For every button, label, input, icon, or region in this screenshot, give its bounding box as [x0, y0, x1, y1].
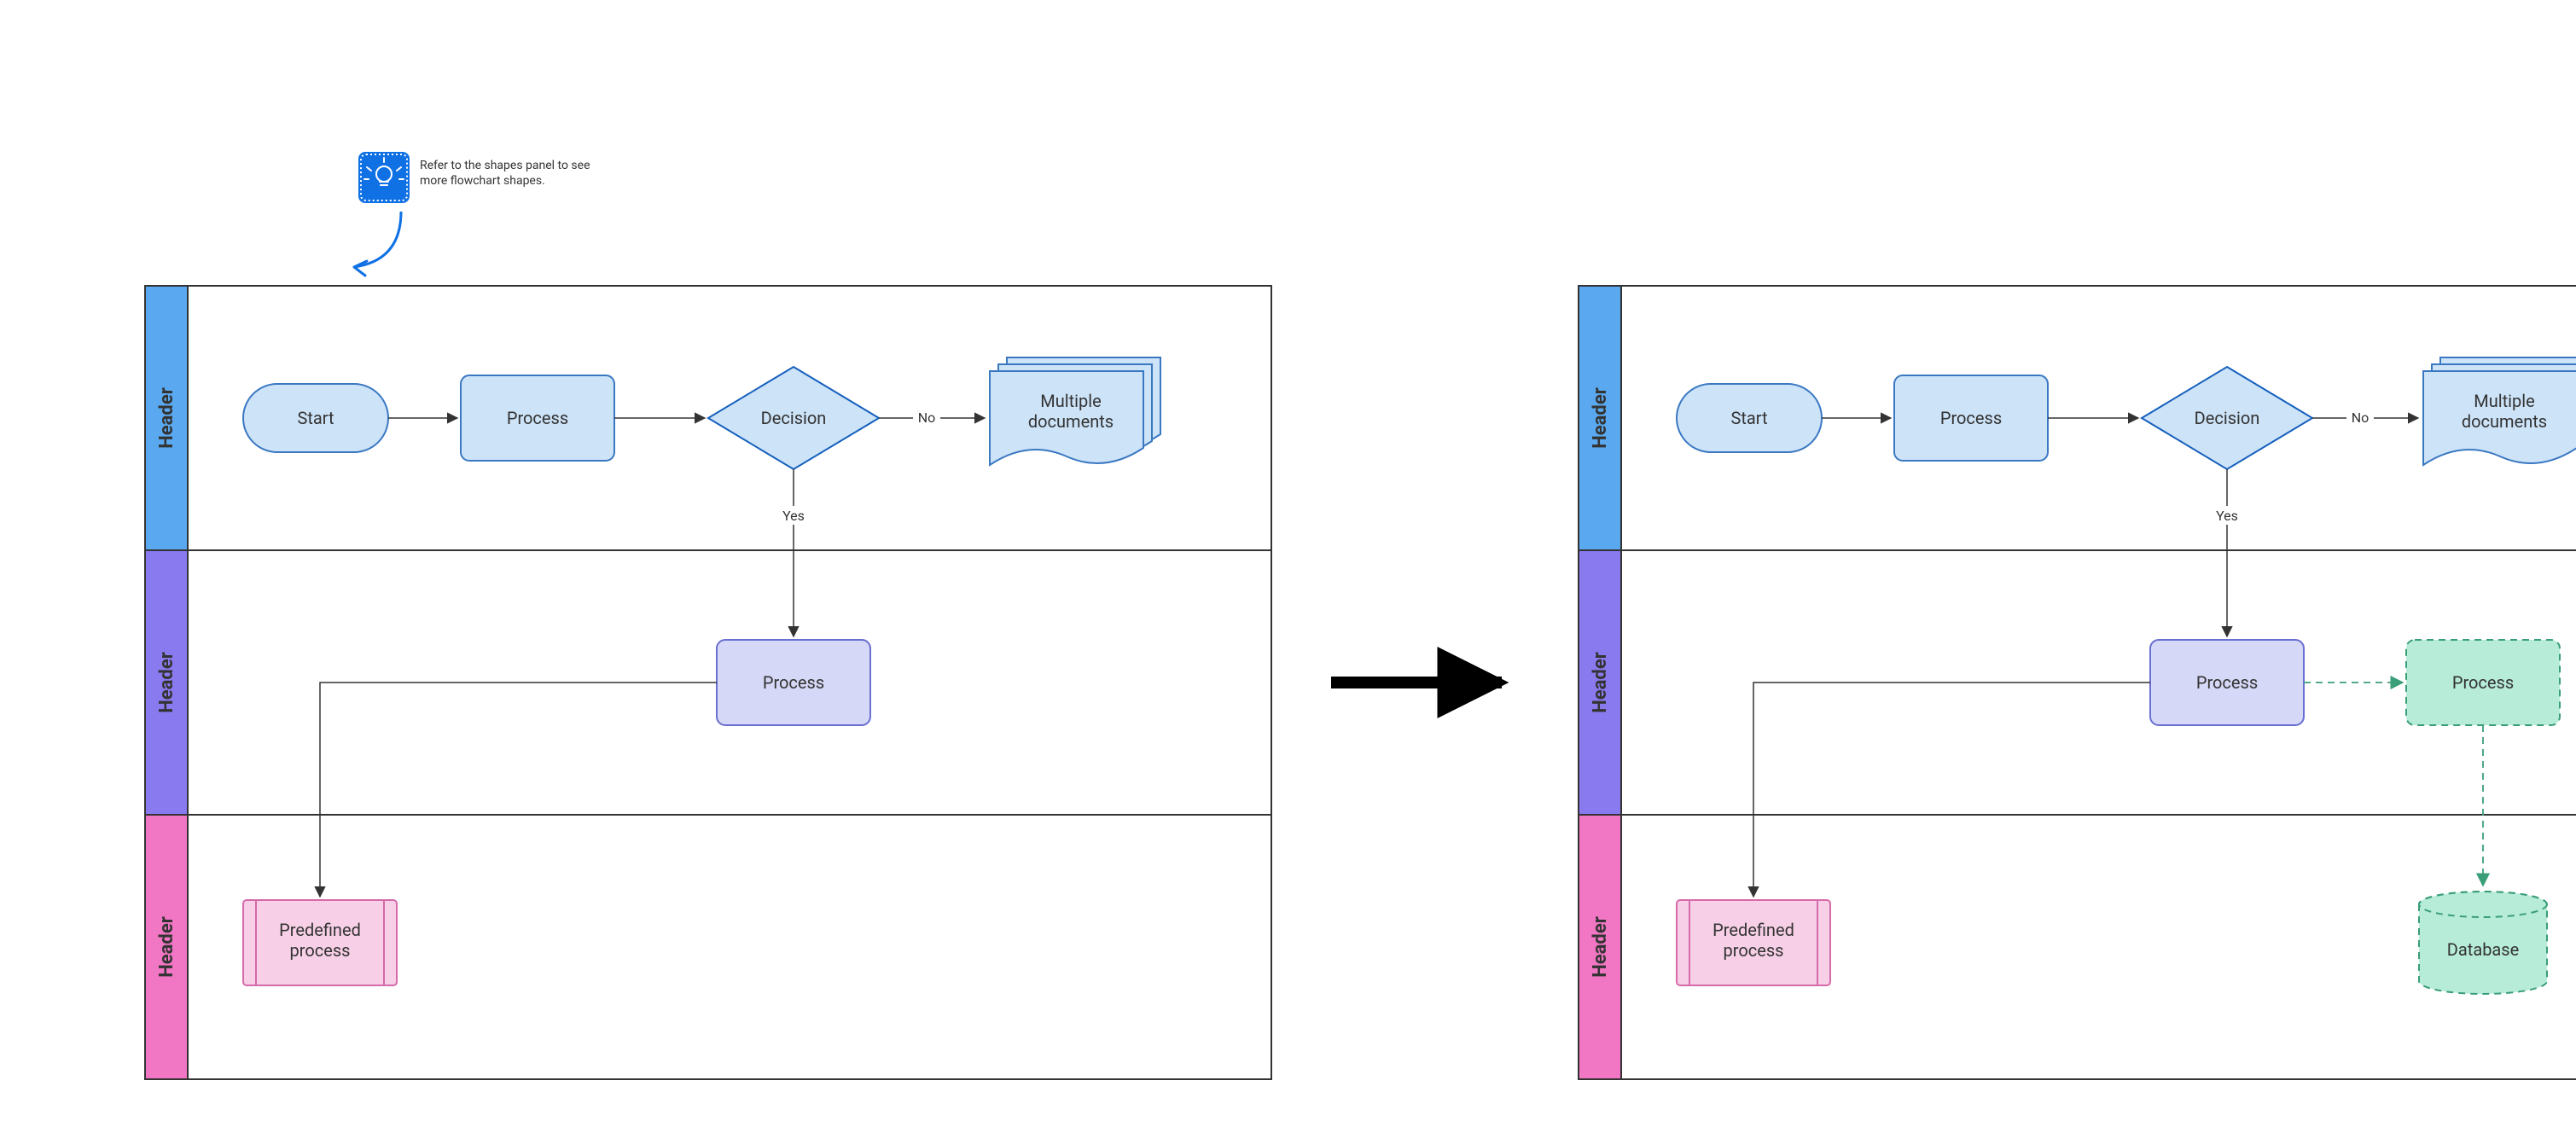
tip-text-line2: more flowchart shapes.	[420, 174, 545, 188]
svg-text:documents: documents	[1028, 411, 1114, 432]
tip-arrow-icon	[354, 212, 401, 267]
predefined-process-node: Predefined process	[1677, 900, 1830, 985]
lane-header-3-label: Header	[156, 916, 177, 978]
process-mid-node: Process	[717, 640, 870, 725]
svg-text:Process: Process	[507, 408, 568, 428]
svg-text:Predefined: Predefined	[1712, 920, 1794, 940]
start-node: Start	[1677, 384, 1822, 452]
svg-text:Process: Process	[1940, 408, 2002, 428]
lane-header-1-label: Header	[156, 387, 177, 449]
start-node: Start	[243, 384, 388, 452]
svg-text:Decision: Decision	[761, 408, 827, 428]
svg-text:process: process	[290, 940, 351, 961]
process-mid-node: Process	[2150, 640, 2304, 725]
tip-text-line1: Refer to the shapes panel to see	[420, 159, 590, 172]
svg-text:Start: Start	[1730, 408, 1767, 428]
svg-text:Process: Process	[2196, 672, 2258, 693]
svg-text:Multiple: Multiple	[1040, 391, 1101, 411]
process-top-node: Process	[461, 375, 614, 461]
predefined-process-node: Predefined process	[243, 900, 397, 985]
svg-text:Start: Start	[297, 408, 334, 428]
svg-text:Predefined: Predefined	[279, 920, 361, 940]
process-top-node: Process	[1894, 375, 2048, 461]
lane-header-2-label: Header	[156, 652, 177, 713]
svg-text:Multiple: Multiple	[2474, 391, 2534, 411]
lane-header-1-label: Header	[1590, 387, 1611, 449]
svg-text:Decision: Decision	[2195, 408, 2260, 428]
edge-yes-label: Yes	[782, 508, 805, 524]
svg-text:Database: Database	[2447, 939, 2519, 960]
database-node: Database	[2419, 892, 2547, 994]
svg-text:Process: Process	[763, 672, 824, 693]
edge-no-label: No	[918, 410, 936, 426]
edge-yes-label: Yes	[2216, 508, 2238, 524]
tip-callout: Refer to the shapes panel to see more fl…	[354, 152, 590, 276]
new-process-node: Process	[2406, 640, 2560, 725]
lane-header-3-label: Header	[1590, 916, 1611, 978]
edge-no-label: No	[2352, 410, 2370, 426]
svg-text:documents: documents	[2462, 411, 2547, 432]
multi-documents-node: Multiple documents	[990, 357, 1160, 465]
lane-header-2-label: Header	[1590, 652, 1611, 713]
svg-text:Process: Process	[2452, 672, 2514, 693]
left-swimlane-pool: Header Header Header Start Process Decis…	[145, 286, 1271, 1079]
multi-documents-node: Multiple documents	[2423, 357, 2576, 465]
right-swimlane-pool: Header Header Header Start Process Decis…	[1579, 286, 2576, 1079]
svg-text:process: process	[1724, 940, 1784, 961]
